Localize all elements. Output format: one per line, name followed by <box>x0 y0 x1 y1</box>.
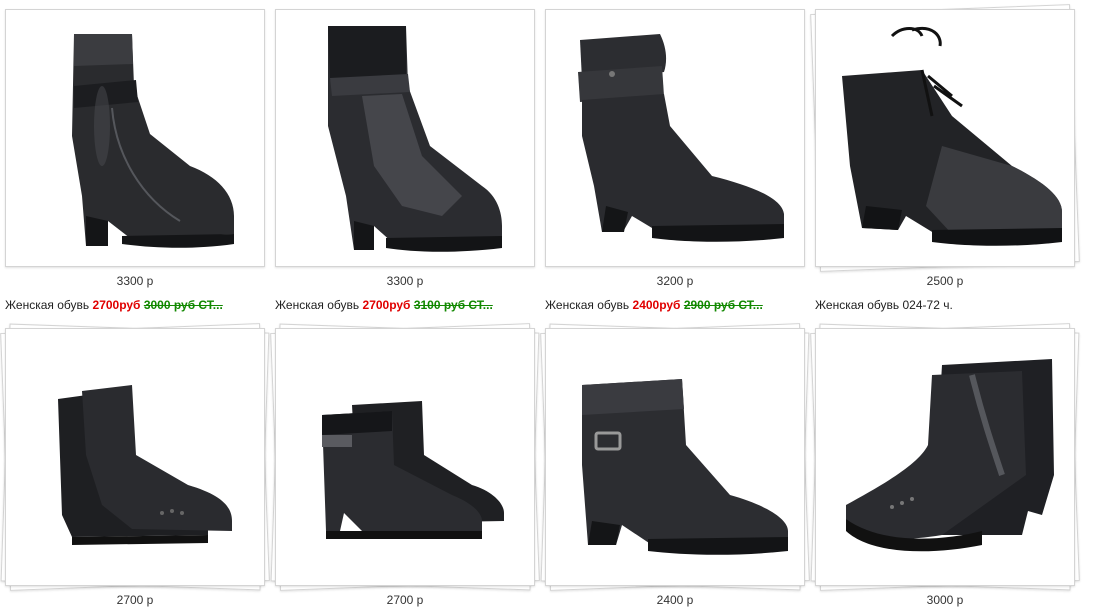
product-photo[interactable] <box>12 16 258 260</box>
image-frame[interactable] <box>5 9 265 267</box>
title-prefix: Женская обувь 024-72 ч. <box>815 298 953 312</box>
sale-price: 2700руб <box>362 298 411 312</box>
product-title[interactable]: Женская обувь 024-72 ч. <box>815 298 1077 312</box>
product-photo[interactable] <box>822 335 1068 579</box>
title-prefix: Женская обувь <box>5 298 90 312</box>
product-photo[interactable] <box>282 16 528 260</box>
title-prefix: Женская обувь <box>275 298 360 312</box>
product-photo[interactable] <box>12 335 258 579</box>
image-frame[interactable] <box>270 323 540 591</box>
product-title[interactable]: Женская обувь 2700руб 3100 руб СТ... <box>275 298 537 312</box>
image-frame[interactable] <box>545 9 805 267</box>
product-title[interactable]: Женская обувь 2700руб 3000 руб СТ... <box>5 298 267 312</box>
old-price: 3000 руб СТ... <box>143 298 223 312</box>
image-frame[interactable] <box>540 323 810 591</box>
image-frame[interactable] <box>275 9 535 267</box>
product-photo[interactable] <box>552 335 798 579</box>
title-prefix: Женская обувь <box>545 298 630 312</box>
image-frame[interactable] <box>0 323 270 591</box>
product-photo[interactable] <box>552 16 798 260</box>
product-price: 2500 р <box>926 274 964 288</box>
product-photo[interactable] <box>822 16 1068 260</box>
product-price: 3300 р <box>116 274 154 288</box>
product-price: 3300 р <box>386 274 424 288</box>
product-title[interactable]: Женская обувь 2400руб 2900 руб СТ... <box>545 298 807 312</box>
product-photo[interactable] <box>282 335 528 579</box>
image-frame[interactable] <box>810 4 1080 272</box>
sale-price: 2400руб <box>632 298 681 312</box>
sale-price: 2700руб <box>92 298 141 312</box>
old-price: 2900 руб СТ... <box>683 298 763 312</box>
product-price: 3200 р <box>656 274 694 288</box>
image-frame[interactable] <box>810 323 1080 591</box>
old-price: 3100 руб СТ... <box>413 298 493 312</box>
